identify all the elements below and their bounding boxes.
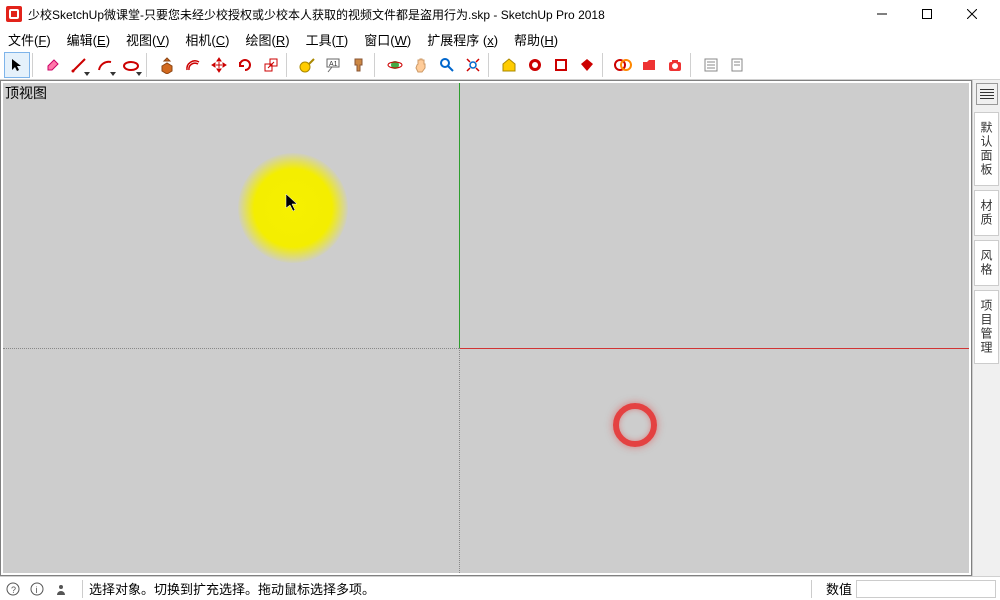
- axis-red: [459, 348, 969, 349]
- menu-camera[interactable]: 相机(C): [181, 28, 233, 51]
- pan-tool[interactable]: [408, 52, 434, 78]
- axis-green: [459, 83, 460, 348]
- move-tool[interactable]: [206, 52, 232, 78]
- orbit-tool[interactable]: [382, 52, 408, 78]
- warehouse-tool[interactable]: [496, 52, 522, 78]
- workspace: 顶视图: [0, 80, 972, 576]
- axis-green-neg: [459, 348, 460, 573]
- app-icon: [6, 6, 22, 22]
- titlebar: 少校SketchUp微课堂-只要您未经少校授权或少校本人获取的视频文件都是盗用行…: [0, 0, 1000, 28]
- tray-tab-outliner[interactable]: 项目管理: [974, 290, 999, 364]
- menubar: 文件(F) 编辑(E) 视图(V) 相机(C) 绘图(R) 工具(T) 窗口(W…: [0, 28, 1000, 50]
- pushpull-tool[interactable]: [154, 52, 180, 78]
- tape-tool[interactable]: [294, 52, 320, 78]
- zoom-extents-tool[interactable]: [460, 52, 486, 78]
- tray-tab-default[interactable]: 默认面板: [974, 112, 999, 186]
- help-icon[interactable]: ?: [4, 580, 22, 598]
- zoom-tool[interactable]: [434, 52, 460, 78]
- view-label: 顶视图: [5, 83, 47, 103]
- offset-tool[interactable]: [180, 52, 206, 78]
- svg-text:i: i: [36, 585, 38, 595]
- menu-edit[interactable]: 编辑(E): [63, 28, 114, 51]
- menu-extensions[interactable]: 扩展程序 (x): [423, 28, 502, 51]
- plugin-doc-icon[interactable]: [724, 52, 750, 78]
- minimize-button[interactable]: [859, 0, 904, 28]
- menu-window[interactable]: 窗口(W): [360, 28, 415, 51]
- plugin-folder-icon[interactable]: [636, 52, 662, 78]
- measurement-input[interactable]: [856, 580, 996, 598]
- menu-file[interactable]: 文件(F): [4, 28, 55, 51]
- plugin-list-icon[interactable]: [698, 52, 724, 78]
- ruby-tool[interactable]: [574, 52, 600, 78]
- text-tool[interactable]: A1: [320, 52, 346, 78]
- scale-tool[interactable]: [258, 52, 284, 78]
- menu-draw[interactable]: 绘图(R): [242, 28, 294, 51]
- info-icon[interactable]: i: [28, 580, 46, 598]
- arc-tool[interactable]: [92, 52, 118, 78]
- plugin-camera-icon[interactable]: [662, 52, 688, 78]
- marker-ring: [613, 403, 657, 447]
- window-title: 少校SketchUp微课堂-只要您未经少校授权或少校本人获取的视频文件都是盗用行…: [28, 6, 859, 23]
- menu-tools[interactable]: 工具(T): [302, 28, 353, 51]
- measurement-label: 数值: [826, 579, 852, 598]
- eraser-tool[interactable]: [40, 52, 66, 78]
- tray-toggle[interactable]: [976, 83, 998, 105]
- svg-text:A1: A1: [329, 61, 338, 68]
- menu-view[interactable]: 视图(V): [122, 28, 173, 51]
- viewport[interactable]: 顶视图: [3, 83, 969, 573]
- status-hint: 选择对象。切换到扩充选择。拖动鼠标选择多项。: [89, 579, 805, 598]
- maximize-button[interactable]: [904, 0, 949, 28]
- statusbar: ? i 选择对象。切换到扩充选择。拖动鼠标选择多项。 数值: [0, 576, 1000, 600]
- menu-help[interactable]: 帮助(H): [510, 28, 562, 51]
- line-tool[interactable]: [66, 52, 92, 78]
- shape-tool[interactable]: [118, 52, 144, 78]
- paint-tool[interactable]: [346, 52, 372, 78]
- plugin-rings-icon[interactable]: [610, 52, 636, 78]
- rotate-tool[interactable]: [232, 52, 258, 78]
- extension-wh-tool[interactable]: [522, 52, 548, 78]
- highlight-spot: [238, 153, 348, 263]
- svg-text:?: ?: [11, 585, 16, 595]
- layout-tool[interactable]: [548, 52, 574, 78]
- tray-panel: 默认面板 材质 风格 项目管理: [972, 80, 1000, 576]
- main-toolbar: A1: [0, 50, 1000, 80]
- tray-tab-materials[interactable]: 材质: [974, 190, 999, 236]
- person-icon[interactable]: [52, 580, 70, 598]
- axis-red-neg: [3, 348, 459, 349]
- tray-tab-styles[interactable]: 风格: [974, 240, 999, 286]
- close-button[interactable]: [949, 0, 994, 28]
- select-tool[interactable]: [4, 52, 30, 78]
